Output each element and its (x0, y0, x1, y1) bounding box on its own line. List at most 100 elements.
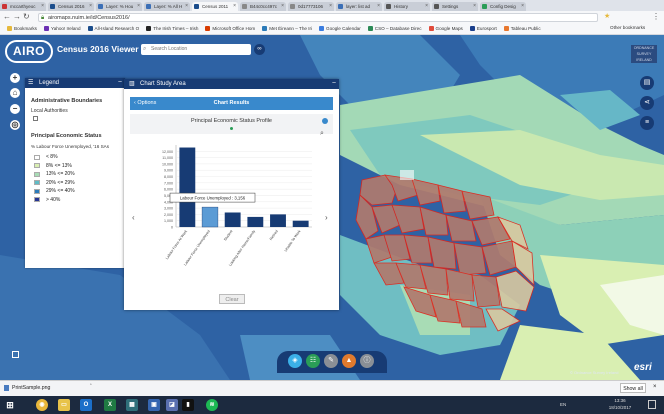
menu-lines-icon[interactable]: ≡ (640, 116, 654, 130)
bookmark-item[interactable]: The Irish Times – Irish (146, 26, 198, 31)
close-tab-icon[interactable]: × (89, 2, 92, 11)
back-icon[interactable]: ← (3, 12, 11, 22)
browser-tab-strip: mccarthyeoc × Census 2016 × Layer: % Hou × Lay… (0, 0, 664, 11)
tab-favicon-icon (290, 4, 295, 9)
browser-tab[interactable]: Layer: % Hou × (96, 2, 142, 11)
close-icon[interactable]: × (653, 384, 657, 390)
clock-date[interactable]: 18/10/2017 (600, 405, 640, 410)
tab-favicon-icon (386, 4, 391, 9)
app-icon[interactable]: ◪ (166, 399, 178, 411)
bar-chart: 01,0002,0003,0004,0005,0006,0007,0008,00… (162, 145, 312, 267)
bookmark-item[interactable]: Yahoo! Ireland (43, 26, 81, 31)
print-icon[interactable]: ▤ (640, 76, 654, 90)
app-icon[interactable]: ▣ (148, 399, 160, 411)
close-tab-icon[interactable]: × (137, 2, 140, 11)
spotify-icon[interactable]: ≋ (206, 399, 218, 411)
close-tab-icon[interactable]: × (281, 2, 284, 11)
x-tick-label: Looking After Home/Family (228, 229, 256, 267)
excel-icon[interactable]: X (104, 399, 116, 411)
close-tab-icon[interactable]: × (185, 2, 188, 11)
bookmark-item[interactable]: Google Maps (428, 26, 463, 31)
bookmark-label: Eurosport (476, 26, 497, 31)
info-icon[interactable]: ⓘ (360, 354, 374, 368)
bookmark-label: Google Calendar (326, 26, 361, 31)
options-button[interactable]: ‹ Options (134, 97, 156, 110)
browser-tab[interactable]: Census 2016 × (48, 2, 94, 11)
legend-class: > 40% (34, 197, 60, 203)
star-icon[interactable]: ★ (604, 12, 610, 22)
bookmark-label: CSO – Database Direc (374, 26, 422, 31)
browser-tab[interactable]: Config Desig × (480, 2, 526, 11)
local-authorities-checkbox[interactable] (33, 116, 38, 121)
menu-icon[interactable]: ⋮ (652, 12, 660, 22)
browser-tab[interactable]: Settings × (432, 2, 478, 11)
minimize-icon[interactable]: − (332, 79, 336, 89)
clock-time[interactable]: 13:36 (600, 398, 640, 403)
bookmark-icon (319, 26, 325, 31)
windows-start-icon[interactable]: ⊞ (4, 399, 16, 411)
layers-icon[interactable]: ◈ (288, 354, 302, 368)
download-filename[interactable]: PrintSample.png (12, 385, 50, 391)
close-tab-icon[interactable]: × (473, 2, 476, 11)
tooltip-text: Labour Force Unemployed : 3,156 (180, 195, 246, 200)
close-tab-icon[interactable]: × (377, 2, 380, 11)
browser-tab[interactable]: layer: list ad × (336, 2, 382, 11)
chart-study-area-panel: ▥ Chart Study Area − Chart Results ‹ Opt… (124, 79, 339, 310)
forward-icon[interactable]: → (13, 12, 21, 22)
browser-tab[interactable]: Layer: % All H × (144, 2, 190, 11)
close-tab-icon[interactable]: × (425, 2, 428, 11)
language-indicator[interactable]: EN (560, 402, 566, 407)
bookmark-item[interactable]: Met Éireann – The Iri (262, 26, 312, 31)
notifications-icon[interactable] (648, 400, 656, 409)
close-tab-icon[interactable]: × (521, 2, 524, 11)
search-location-input[interactable] (141, 44, 251, 55)
chart-panel-header[interactable]: ▥ Chart Study Area − (124, 79, 339, 89)
bookmark-item[interactable]: CSO – Database Direc (367, 26, 422, 31)
browser-tab[interactable]: mccarthyeoc × (0, 2, 46, 11)
bookmark-item[interactable]: All-Island Research O (87, 26, 139, 31)
clear-button[interactable]: Clear (219, 294, 245, 304)
chrome-icon[interactable]: ◉ (36, 399, 48, 411)
settings-icon[interactable] (322, 118, 328, 124)
minimize-icon[interactable]: − (118, 78, 122, 88)
calculator-icon[interactable]: ▦ (126, 399, 138, 411)
draw-icon[interactable]: ✎ (324, 354, 338, 368)
pager-dot[interactable] (230, 127, 233, 130)
close-tab-icon[interactable]: × (233, 2, 236, 11)
chevron-up-icon[interactable]: ˆ (90, 384, 92, 390)
fullscreen-icon[interactable] (12, 351, 19, 358)
list-icon[interactable]: ☷ (306, 354, 320, 368)
url-field[interactable]: 🔒︎ airomaps.nuim.ie/id/Census2016/ (38, 12, 598, 22)
chart-icon[interactable]: ▲ (342, 354, 356, 368)
browser-tab[interactable]: 0d17773106 × (288, 2, 334, 11)
bookmark-item[interactable]: Tableau Public (503, 26, 541, 31)
close-tab-icon[interactable]: × (41, 2, 44, 11)
legend-swatch (34, 163, 40, 168)
folder-icon[interactable]: ▭ (58, 399, 70, 411)
legend-header[interactable]: ☰ Legend − (25, 78, 125, 88)
zoom-in-button[interactable]: + (10, 73, 20, 83)
share-icon[interactable]: ⋖ (640, 96, 654, 110)
show-all-button[interactable]: Show all (620, 383, 646, 393)
bar (179, 147, 196, 227)
other-bookmarks[interactable]: Other bookmarks (610, 25, 645, 30)
bookmark-item[interactable]: Microsoft Office Hom (205, 26, 255, 31)
locate-icon[interactable]: ◎ (10, 120, 20, 130)
terminal-icon[interactable]: ▮ (182, 399, 194, 411)
binoculars-icon[interactable]: ∞ (254, 44, 265, 55)
bookmark-icon (87, 26, 93, 31)
reload-icon[interactable]: ↻ (23, 12, 30, 22)
bookmark-item[interactable]: Google Calendar (319, 26, 361, 31)
outlook-icon[interactable]: O (80, 399, 92, 411)
browser-tab[interactable]: History × (384, 2, 430, 11)
tab-favicon-icon (98, 4, 103, 9)
browser-tab[interactable]: Census 2011 × (192, 2, 238, 11)
browser-tab[interactable]: B44c0cc497c × (240, 2, 286, 11)
home-icon[interactable]: ⌂ (10, 88, 20, 98)
bookmark-item[interactable]: Eurosport (469, 26, 497, 31)
zoom-out-button[interactable]: − (10, 104, 20, 114)
close-tab-icon[interactable]: × (329, 2, 332, 11)
bottom-toolbar: ◈ ☷ ✎ ▲ ⓘ (277, 351, 387, 373)
local-authorities-label: Local Authorities (31, 108, 68, 114)
bookmark-item[interactable]: Bookmarks (7, 26, 37, 31)
